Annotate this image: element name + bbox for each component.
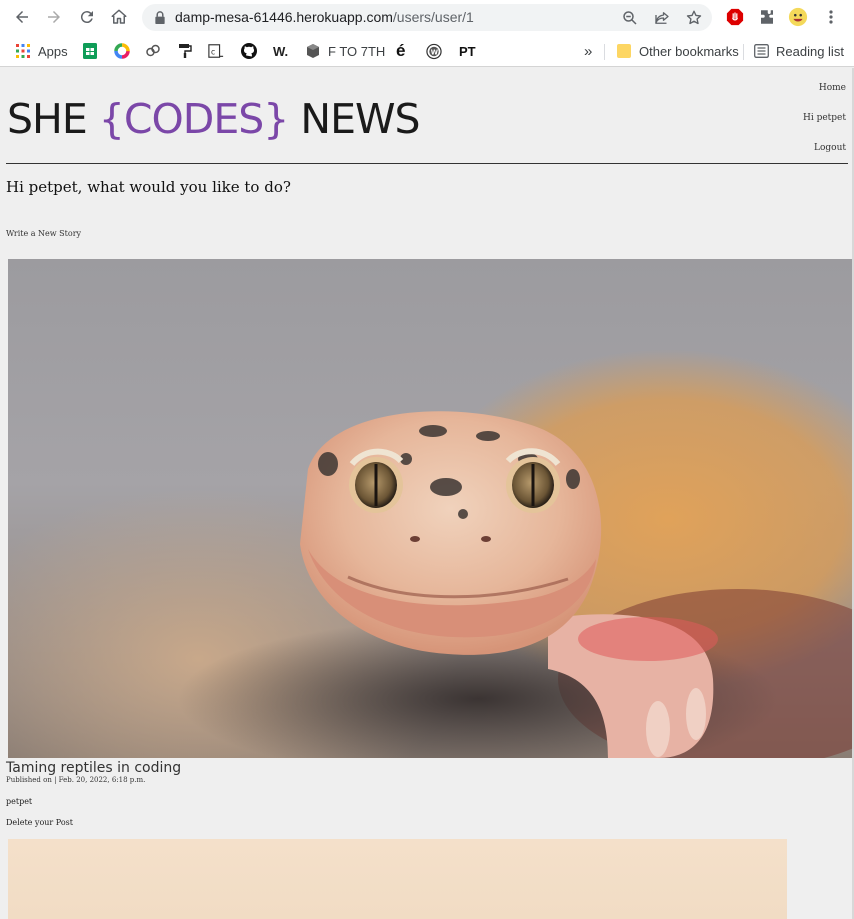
profile-avatar[interactable] — [788, 7, 808, 27]
browser-toolbar: damp-mesa-61446.herokuapp.com/users/user… — [0, 0, 854, 35]
bookmark-e-label: é — [396, 41, 406, 60]
page-content: SHE {CODES} NEWS Home Hi petpet Logout H… — [0, 68, 854, 919]
zoom-icon[interactable] — [621, 9, 639, 27]
url-text[interactable]: damp-mesa-61446.herokuapp.com/users/user… — [175, 9, 474, 25]
bookmark-codepen[interactable]: c — [208, 41, 224, 61]
post-title-link[interactable]: Taming reptiles in coding — [6, 760, 181, 776]
svg-text:W: W — [431, 48, 439, 56]
bookmark-f-to-7th[interactable]: F TO 7TH — [305, 41, 385, 61]
bookmarks-overflow-button[interactable]: » — [584, 41, 592, 61]
forward-icon[interactable] — [42, 5, 66, 29]
bookmark-separator — [743, 44, 744, 60]
home-icon[interactable] — [107, 5, 131, 29]
bookmark-pt-label: PT — [459, 43, 476, 59]
reading-list[interactable]: Reading list — [753, 41, 844, 61]
paint-roller-icon — [177, 43, 193, 59]
bookmark-apps[interactable]: Apps — [15, 41, 68, 61]
sheets-icon — [82, 43, 98, 59]
header-divider — [6, 163, 848, 164]
extensions-puzzle-icon[interactable] — [757, 7, 777, 27]
bookmark-w-label: W. — [273, 43, 289, 59]
bookmark-link[interactable] — [145, 41, 161, 61]
nav-home-link[interactable]: Home — [819, 83, 846, 93]
write-story-link[interactable]: Write a New Story — [6, 229, 81, 238]
site-title-she: SHE — [7, 95, 99, 143]
menu-dots-icon[interactable] — [821, 7, 841, 27]
bookmark-e[interactable]: é — [396, 41, 405, 61]
bookmark-w[interactable]: W. — [273, 41, 288, 61]
other-bookmarks[interactable]: Other bookmarks — [616, 41, 739, 61]
delete-post-link[interactable]: Delete your Post — [6, 818, 73, 827]
svg-text:c: c — [211, 48, 216, 57]
url-host: damp-mesa-61446.herokuapp.com — [175, 9, 393, 25]
reading-list-icon — [753, 43, 769, 59]
link-icon — [145, 43, 161, 59]
nav-logout-link[interactable]: Logout — [814, 143, 846, 153]
bookmark-roller[interactable] — [177, 41, 193, 61]
folder-icon — [616, 43, 632, 59]
lock-icon — [155, 11, 165, 24]
reading-list-label: Reading list — [776, 43, 844, 59]
bookmark-pt[interactable]: PT — [459, 41, 476, 61]
bookmark-wordpress[interactable]: W — [426, 41, 442, 61]
bookmark-f-to-7th-label: F TO 7TH — [328, 43, 386, 59]
url-path: /users/user/1 — [392, 9, 474, 25]
bookmark-apps-label: Apps — [38, 43, 68, 59]
color-wheel-icon — [114, 43, 130, 59]
apps-grid-icon — [15, 43, 31, 59]
site-title: SHE {CODES} NEWS — [7, 95, 421, 143]
next-post-image[interactable] — [8, 839, 787, 919]
bookmark-separator — [604, 44, 605, 60]
codepen-icon: c — [208, 43, 224, 59]
address-bar[interactable]: damp-mesa-61446.herokuapp.com/users/user… — [142, 4, 712, 31]
bookmark-sheets[interactable] — [82, 41, 98, 61]
post-published-date: Published on | Feb. 20, 2022, 6:18 p.m. — [6, 776, 146, 784]
bookmark-colors[interactable] — [114, 41, 130, 61]
github-icon — [241, 43, 257, 59]
other-bookmarks-label: Other bookmarks — [639, 43, 739, 59]
star-icon[interactable] — [685, 9, 703, 27]
site-title-codes: {CODES} — [98, 95, 290, 143]
greeting-heading: Hi petpet, what would you like to do? — [6, 178, 291, 196]
share-icon[interactable] — [653, 9, 671, 27]
post-image[interactable] — [8, 259, 854, 758]
wordpress-icon: W — [426, 43, 442, 59]
overflow-chevron: » — [584, 42, 593, 60]
nav-user-link[interactable]: Hi petpet — [803, 113, 846, 123]
site-title-news: NEWS — [288, 95, 420, 143]
bookmarks-bar: Apps c W. F TO 7TH é W PT » Other bookma… — [0, 35, 854, 67]
back-icon[interactable] — [10, 5, 34, 29]
post-author: petpet — [6, 797, 33, 806]
bookmark-github[interactable] — [241, 41, 257, 61]
adblock-icon[interactable] — [725, 7, 745, 27]
cube-icon — [305, 43, 321, 59]
reload-icon[interactable] — [75, 5, 99, 29]
